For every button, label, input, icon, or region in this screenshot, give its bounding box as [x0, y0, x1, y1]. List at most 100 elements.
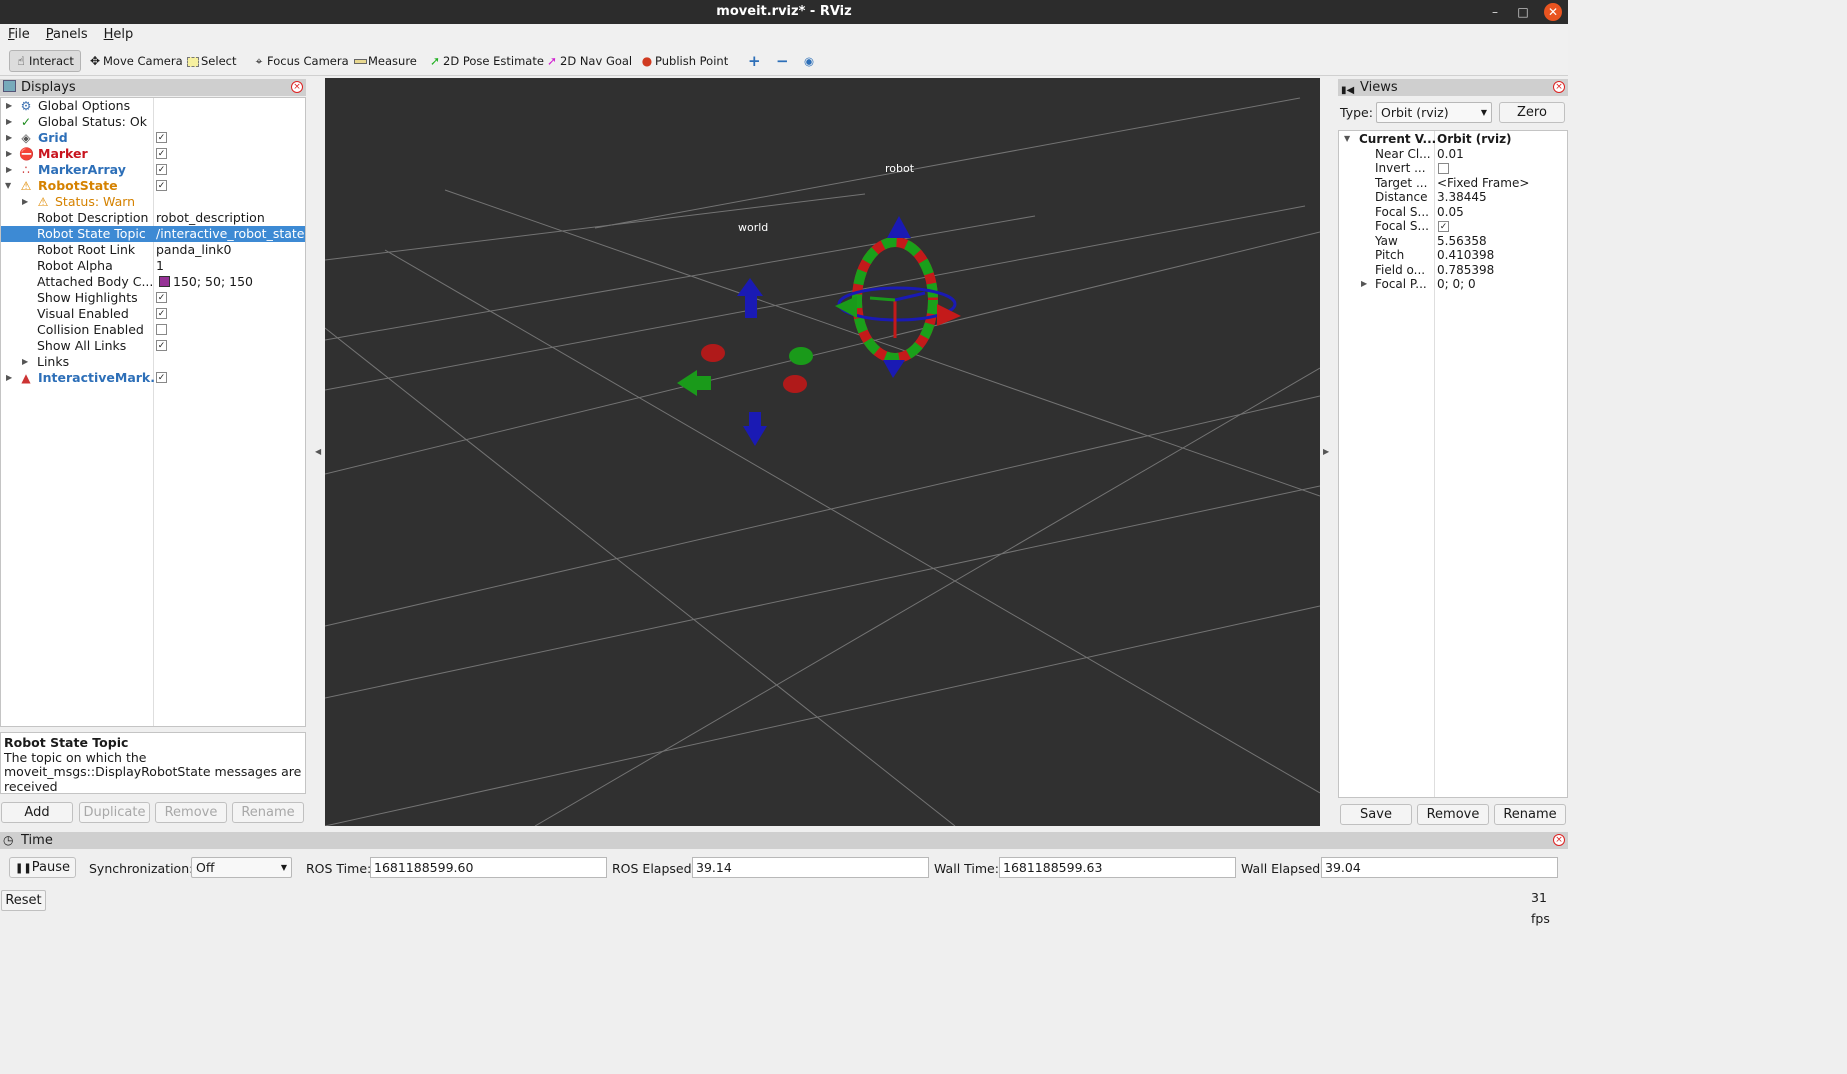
wall-elapsed-field[interactable]: 39.04	[1321, 857, 1558, 878]
expand-arrow-icon[interactable]: ▶	[6, 130, 12, 146]
ros-elapsed-field[interactable]: 39.14	[692, 857, 929, 878]
view-type-select[interactable]: Orbit (rviz) ▼	[1376, 102, 1492, 123]
rename-view-button[interactable]: Rename	[1494, 804, 1566, 825]
expand-arrow-icon[interactable]: ▶	[22, 194, 28, 210]
tree-item-grid[interactable]: ▶ ◈ Grid ✓	[1, 130, 305, 146]
view-property-focal-shape-fixed[interactable]: Focal S... ✓	[1339, 219, 1567, 234]
tree-item-robot-state[interactable]: ▼ ⚠ RobotState ✓	[1, 178, 305, 194]
tree-item-marker-array[interactable]: ▶ ∴ MarkerArray ✓	[1, 162, 305, 178]
minimize-icon[interactable]: –	[1486, 3, 1504, 21]
expand-arrow-icon[interactable]: ▶	[22, 354, 28, 370]
property-robot-description[interactable]: Robot Description robot_description	[1, 210, 305, 226]
visual-enabled-checkbox[interactable]: ✓	[156, 308, 167, 319]
synchronization-select[interactable]: Off ▼	[191, 857, 292, 878]
menu-help[interactable]: Help	[96, 24, 138, 42]
expand-arrow-icon[interactable]: ▶	[6, 162, 12, 178]
save-view-button[interactable]: Save	[1340, 804, 1412, 825]
view-property-focal-point[interactable]: ▶ Focal P... 0; 0; 0	[1339, 277, 1567, 292]
expand-arrow-icon[interactable]: ▶	[1361, 277, 1367, 292]
property-visual-enabled[interactable]: Visual Enabled ✓	[1, 306, 305, 322]
property-collision-enabled[interactable]: Collision Enabled	[1, 322, 305, 338]
interactive-marker-enabled-checkbox[interactable]: ✓	[156, 372, 167, 383]
tree-item-global-status[interactable]: ▶ ✓ Global Status: Ok	[1, 114, 305, 130]
expand-arrow-icon[interactable]: ▶	[6, 98, 12, 114]
view-property-distance[interactable]: Distance 3.38445	[1339, 190, 1567, 205]
window-title: moveit.rviz* - RViz	[716, 4, 852, 19]
property-robot-root-link[interactable]: Robot Root Link panda_link0	[1, 242, 305, 258]
tree-item-marker[interactable]: ▶ ⛔ Marker ✓	[1, 146, 305, 162]
world-interactive-marker[interactable]	[677, 278, 813, 446]
collapse-right-splitter-icon[interactable]: ▶	[1323, 447, 1329, 456]
ros-time-field[interactable]: 1681188599.60	[370, 857, 607, 878]
reset-button[interactable]: Reset	[1, 890, 46, 911]
maximize-icon[interactable]: □	[1514, 3, 1532, 21]
property-robot-alpha[interactable]: Robot Alpha 1	[1, 258, 305, 274]
measure-tool-button[interactable]: Measure	[349, 50, 423, 72]
property-robot-state-topic[interactable]: Robot State Topic /interactive_robot_sta…	[1, 226, 305, 242]
collision-enabled-checkbox[interactable]	[156, 324, 167, 335]
collapse-arrow-icon[interactable]: ▼	[5, 178, 11, 194]
view-property-field-of-view[interactable]: Field o... 0.785398	[1339, 263, 1567, 278]
color-swatch[interactable]	[159, 276, 170, 287]
2d-nav-goal-tool-button[interactable]: ➚ 2D Nav Goal	[541, 50, 638, 72]
view-type-label: Type:	[1340, 105, 1373, 120]
view-property-yaw[interactable]: Yaw 5.56358	[1339, 234, 1567, 249]
menu-file[interactable]: File	[0, 24, 34, 42]
grid-enabled-checkbox[interactable]: ✓	[156, 132, 167, 143]
2d-pose-estimate-tool-button[interactable]: ➚ 2D Pose Estimate	[424, 50, 550, 72]
remove-display-button[interactable]: Remove	[155, 802, 227, 823]
add-tool-icon[interactable]: +	[744, 50, 767, 72]
view-property-invert[interactable]: Invert ...	[1339, 161, 1567, 176]
select-tool-button[interactable]: Select	[182, 50, 242, 72]
view-property-near-clip[interactable]: Near Cl... 0.01	[1339, 147, 1567, 162]
move-camera-tool-button[interactable]: ✥ Move Camera	[84, 50, 189, 72]
marker-enabled-checkbox[interactable]: ✓	[156, 148, 167, 159]
eye-icon[interactable]: ◉	[800, 50, 820, 72]
tree-item-status-warn[interactable]: ▶ ⚠ Status: Warn	[1, 194, 305, 210]
remove-view-button[interactable]: Remove	[1417, 804, 1489, 825]
expand-arrow-icon[interactable]: ▶	[6, 114, 12, 130]
show-highlights-checkbox[interactable]: ✓	[156, 292, 167, 303]
interact-tool-button[interactable]: ☝ Interact	[9, 50, 81, 72]
zero-view-button[interactable]: Zero	[1499, 102, 1565, 123]
marker-array-enabled-checkbox[interactable]: ✓	[156, 164, 167, 175]
view-item-current-view[interactable]: ▼ Current V... Orbit (rviz)	[1339, 132, 1567, 147]
menu-panels[interactable]: Panels	[38, 24, 92, 42]
focal-shape-fixed-checkbox[interactable]: ✓	[1438, 221, 1449, 232]
view-property-pitch[interactable]: Pitch 0.410398	[1339, 248, 1567, 263]
focus-camera-tool-button[interactable]: ⌖ Focus Camera	[248, 50, 355, 72]
hand-pointer-icon: ☝	[17, 54, 25, 68]
property-show-all-links[interactable]: Show All Links ✓	[1, 338, 305, 354]
property-attached-body-color[interactable]: Attached Body C... 150; 50; 150	[1, 274, 305, 290]
close-panel-icon[interactable]: ×	[291, 81, 303, 93]
view-property-target[interactable]: Target ... <Fixed Frame>	[1339, 176, 1567, 191]
remove-tool-icon[interactable]: −	[772, 50, 795, 72]
tree-item-global-options[interactable]: ▶ ⚙ Global Options	[1, 98, 305, 114]
close-panel-icon[interactable]: ×	[1553, 834, 1565, 846]
property-show-highlights[interactable]: Show Highlights ✓	[1, 290, 305, 306]
3d-scene[interactable]: robot world	[325, 78, 1320, 826]
close-icon[interactable]: ✕	[1544, 3, 1562, 21]
expand-arrow-icon[interactable]: ▶	[6, 146, 12, 162]
collapse-left-splitter-icon[interactable]: ◀	[315, 447, 321, 456]
robot-state-enabled-checkbox[interactable]: ✓	[156, 180, 167, 191]
publish-point-tool-button[interactable]: ● Publish Point	[636, 50, 734, 72]
close-panel-icon[interactable]: ×	[1553, 81, 1565, 93]
3d-viewport[interactable]: robot world	[325, 78, 1320, 826]
rename-display-button[interactable]: Rename	[232, 802, 304, 823]
wall-time-field[interactable]: 1681188599.63	[999, 857, 1236, 878]
add-display-button[interactable]: Add	[1, 802, 73, 823]
pause-button[interactable]: ❚❚Pause	[9, 857, 76, 878]
duplicate-display-button[interactable]: Duplicate	[79, 802, 150, 823]
magenta-arrow-icon: ➚	[546, 54, 558, 68]
tree-item-interactive-marker[interactable]: ▶ ▲ InteractiveMark... ✓	[1, 370, 305, 386]
expand-arrow-icon[interactable]: ▶	[6, 370, 12, 386]
collapse-arrow-icon[interactable]: ▼	[1344, 132, 1350, 147]
invert-z-checkbox[interactable]	[1438, 163, 1449, 174]
view-property-focal-shape-size[interactable]: Focal S... 0.05	[1339, 205, 1567, 220]
tree-item-links[interactable]: ▶ Links	[1, 354, 305, 370]
show-all-links-checkbox[interactable]: ✓	[156, 340, 167, 351]
robot-interactive-marker[interactable]	[835, 216, 961, 378]
chevron-down-icon: ▼	[1480, 108, 1487, 117]
camera-icon: ▮◀	[1341, 85, 1355, 96]
